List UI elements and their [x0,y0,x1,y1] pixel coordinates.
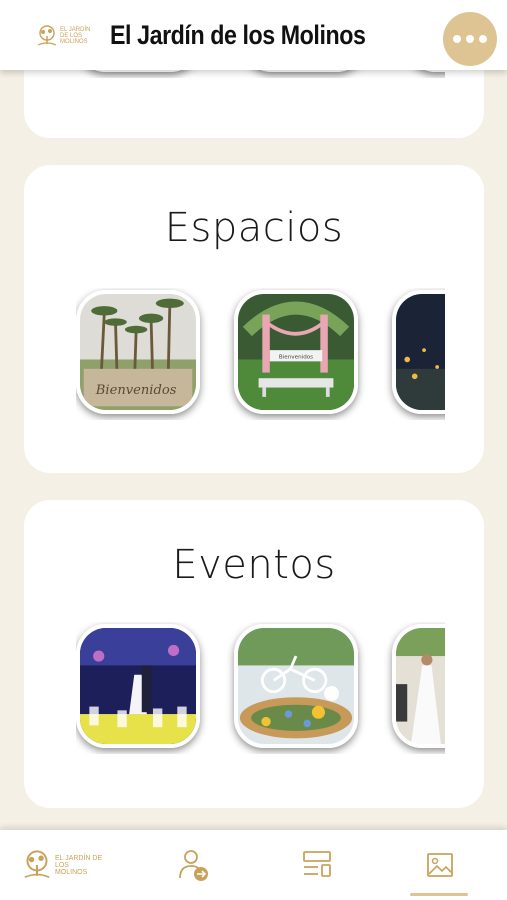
brand-logo[interactable]: EL JARDÍN DE LOS MOLINOS [36,24,108,48]
logo-wordmark: EL JARDÍN DE LOS MOLINOS [60,27,91,45]
eventos-thumbnail-dance[interactable] [76,624,200,748]
nav-item-gallery[interactable] [412,830,468,900]
more-horizontal-icon [453,35,487,43]
nav-item-layout[interactable] [294,830,340,900]
image-icon [427,853,453,877]
espacios-thumbnail-palms[interactable]: Bienvenidos [76,290,200,414]
eventos-thumbnails-row[interactable] [76,622,445,754]
active-tab-indicator [410,893,468,896]
section-title: Eventos [172,542,336,588]
user-arrow-icon [179,850,208,881]
more-menu-button[interactable] [443,12,497,66]
page-title: El Jardín de los Molinos [110,20,366,50]
espacios-thumbnail-night[interactable] [392,290,445,414]
bottom-navigation: EL JARDÍN DE LOS MOLINOS [0,830,507,900]
espacios-thumbnail-arch[interactable]: Bienvenidos [234,290,358,414]
nav-item-profile[interactable] [170,830,216,900]
tree-logo-icon [24,850,50,879]
nav-item-home[interactable]: EL JARDÍN DE LOS MOLINOS [22,830,118,900]
eventos-thumbnail-bicycle[interactable] [234,624,358,748]
section-title: Espacios [164,205,344,251]
eventos-thumbnail-bride[interactable] [392,624,445,748]
arch-sign-text: Bienvenidos [279,355,313,361]
bienvenidos-sign-text: Bienvenidos [95,383,177,398]
nav-logo-wordmark: EL JARDÍN DE LOS MOLINOS [54,854,103,876]
section-card-eventos: Eventos [24,500,484,808]
section-card-espacios: Espacios Bienvenidos Bienvenidos [24,165,484,473]
layout-list-icon [303,851,331,877]
app-header: EL JARDÍN DE LOS MOLINOS El Jardín de lo… [0,0,507,70]
tree-logo-icon [37,25,57,46]
espacios-thumbnails-row[interactable]: Bienvenidos Bienvenidos [76,288,445,420]
